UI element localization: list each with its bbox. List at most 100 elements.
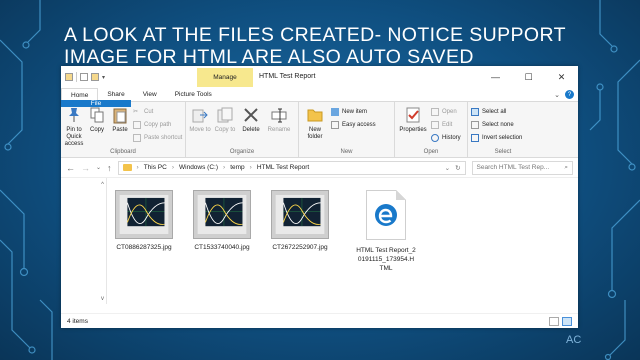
new-folder-icon: [305, 105, 325, 125]
copy-to-label: Copy to: [214, 127, 236, 133]
edit-button[interactable]: Edit: [431, 119, 461, 130]
navigation-pane[interactable]: ^ v: [61, 178, 107, 304]
paste-shortcut-label: Paste shortcut: [144, 134, 183, 141]
select-group: Select all Select none Invert selection …: [468, 102, 538, 157]
tab-picture-tools[interactable]: Picture Tools: [166, 88, 221, 101]
tab-view[interactable]: View: [134, 88, 166, 101]
image-thumbnail: [193, 190, 251, 239]
new-group: New folder New item Easy access New: [299, 102, 395, 157]
file-name: CT0886287325.jpg: [116, 244, 172, 251]
paste-icon: [110, 105, 130, 125]
new-item-button[interactable]: New item: [331, 106, 376, 117]
scroll-down-icon[interactable]: v: [101, 296, 104, 302]
search-placeholder: Search HTML Test Rep...: [476, 164, 550, 171]
refresh-icon[interactable]: ↻: [455, 164, 460, 172]
organize-group: Move to Copy to Delete Rename Organize: [186, 102, 299, 157]
clipboard-group-label: Clipboard: [110, 149, 136, 155]
help-icon[interactable]: ?: [565, 90, 574, 99]
breadcrumb-current[interactable]: HTML Test Report: [257, 164, 309, 171]
address-bar[interactable]: › This PC › Windows (C:) › temp › HTML T…: [117, 160, 466, 175]
scissors-icon: ✂: [133, 108, 139, 115]
edge-html-icon: [366, 190, 406, 240]
image-thumbnail: [271, 190, 329, 239]
copy-path-button[interactable]: Copy path: [133, 119, 182, 130]
chevron-down-icon[interactable]: ▾: [102, 74, 105, 81]
cut-button[interactable]: ✂ Cut: [133, 106, 182, 117]
ribbon-tabs: File Home Share View Picture Tools ⌄ ?: [61, 88, 578, 107]
invert-selection-label: Invert selection: [482, 134, 523, 141]
ribbon-right-controls: ⌄ ?: [554, 90, 574, 99]
organize-group-label: Organize: [229, 149, 255, 155]
copy-path-icon: [133, 120, 141, 129]
new-group-label: New: [340, 149, 353, 155]
invert-selection-button[interactable]: Invert selection: [471, 132, 522, 143]
paste-label: Paste: [112, 127, 128, 133]
copy-icon: [87, 105, 107, 125]
open-button[interactable]: Open: [431, 106, 461, 117]
delete-label: Delete: [242, 127, 260, 133]
folder-icon[interactable]: [65, 73, 73, 81]
copy-to-icon: [215, 105, 235, 125]
file-name: CT2672252907.jpg: [272, 244, 328, 251]
history-button[interactable]: History: [431, 132, 461, 143]
select-all-label: Select all: [482, 108, 507, 115]
file-item[interactable]: CT0886287325.jpg: [109, 190, 179, 252]
breadcrumb-separator: ›: [136, 164, 139, 171]
manage-tab[interactable]: Manage: [197, 68, 253, 87]
search-input[interactable]: Search HTML Test Rep... ⌕: [471, 160, 573, 175]
up-arrow-icon[interactable]: ↑: [107, 163, 112, 173]
forward-arrow-icon[interactable]: →: [81, 163, 90, 173]
pin-label: Pin to Quick access: [64, 127, 84, 147]
file-list: CT0886287325.jpg CT1533740040.jpg CT2672…: [107, 178, 578, 304]
easy-access-button[interactable]: Easy access: [331, 119, 376, 130]
select-none-icon: [471, 120, 479, 129]
view-toggles: [549, 317, 572, 326]
select-none-button[interactable]: Select none: [471, 119, 522, 130]
file-item[interactable]: CT2672252907.jpg: [265, 190, 335, 252]
breadcrumb-separator: ›: [249, 164, 252, 171]
large-icons-view-icon[interactable]: [562, 317, 572, 326]
open-icon: [431, 107, 439, 116]
recent-locations-icon[interactable]: ⌄: [96, 164, 101, 171]
move-to-label: Move to: [189, 127, 211, 133]
file-name: HTML Test Report_20191115_173954.HTML: [356, 247, 416, 272]
breadcrumb-this-pc[interactable]: This PC: [144, 164, 167, 171]
breadcrumb-temp[interactable]: temp: [230, 164, 244, 171]
rename-label: Rename: [267, 127, 291, 133]
toolbar-divider: [76, 72, 77, 82]
open-label: Open: [442, 108, 457, 115]
folder-icon: [122, 164, 132, 171]
maximize-button[interactable]: ☐: [512, 66, 545, 88]
image-thumbnail: [115, 190, 173, 239]
new-folder-icon[interactable]: [91, 73, 99, 81]
back-arrow-icon[interactable]: ←: [66, 163, 75, 173]
close-button[interactable]: ✕: [545, 66, 578, 88]
content-area: ^ v CT0886287325.jpg CT1533740040.jpg CT…: [61, 178, 578, 304]
file-item[interactable]: HTML Test Report_20191115_173954.HTML: [351, 190, 421, 273]
slide-title: A LOOK AT THE FILES CREATED- NOTICE SUPP…: [64, 24, 566, 68]
copy-path-label: Copy path: [144, 121, 172, 128]
minimize-button[interactable]: —: [479, 66, 512, 88]
window-controls: — ☐ ✕: [479, 66, 578, 88]
breadcrumb-drive[interactable]: Windows (C:): [179, 164, 218, 171]
address-dropdown-icon[interactable]: ⌄: [445, 164, 450, 172]
scroll-up-icon[interactable]: ^: [101, 182, 104, 188]
clipboard-group: Pin to Quick access Copy Paste ✂ Cut Copy…: [61, 102, 186, 157]
copy-label: Copy: [89, 127, 104, 133]
rename-icon: [269, 105, 289, 125]
expand-ribbon-icon[interactable]: ⌄: [554, 91, 560, 99]
select-all-icon: [471, 107, 479, 116]
breadcrumb-separator: ›: [171, 164, 174, 171]
delete-icon: [241, 105, 261, 125]
details-view-icon[interactable]: [549, 317, 559, 326]
file-item[interactable]: CT1533740040.jpg: [187, 190, 257, 252]
properties-label: Properties: [399, 127, 427, 133]
properties-icon[interactable]: [80, 73, 88, 81]
address-bar-row: ← → ⌄ ↑ › This PC › Windows (C:) › temp …: [61, 158, 578, 178]
search-icon: ⌕: [564, 163, 568, 171]
select-all-button[interactable]: Select all: [471, 106, 522, 117]
open-group: Properties Open Edit History Open: [395, 102, 468, 157]
move-to-icon: [190, 105, 210, 125]
paste-shortcut-button[interactable]: Paste shortcut: [133, 132, 182, 143]
edge-icon: [375, 204, 397, 226]
